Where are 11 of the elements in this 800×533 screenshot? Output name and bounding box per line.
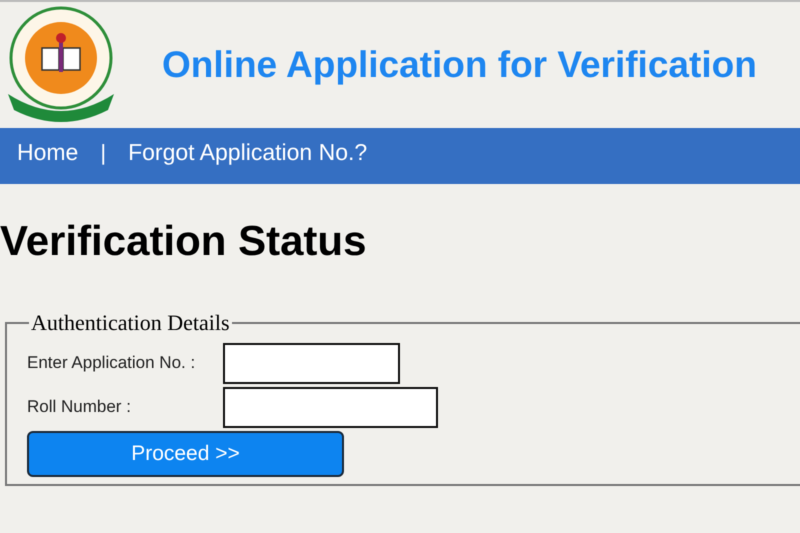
input-field[interactable] bbox=[223, 342, 400, 384]
nav-separator: | bbox=[100, 138, 106, 167]
input-field[interactable] bbox=[223, 386, 438, 428]
field-label: Enter Application No. : bbox=[27, 352, 196, 374]
proceed-button[interactable]: Proceed >> bbox=[27, 431, 344, 477]
site-title: Online Application for Verification bbox=[162, 43, 757, 88]
panel-legend: Authentication Details bbox=[29, 306, 232, 339]
nav-link[interactable]: Forgot Application No.? bbox=[128, 134, 368, 170]
nav-link[interactable]: Home bbox=[17, 134, 78, 170]
field-label: Roll Number : bbox=[27, 396, 132, 418]
page-heading: Verification Status bbox=[0, 220, 368, 262]
